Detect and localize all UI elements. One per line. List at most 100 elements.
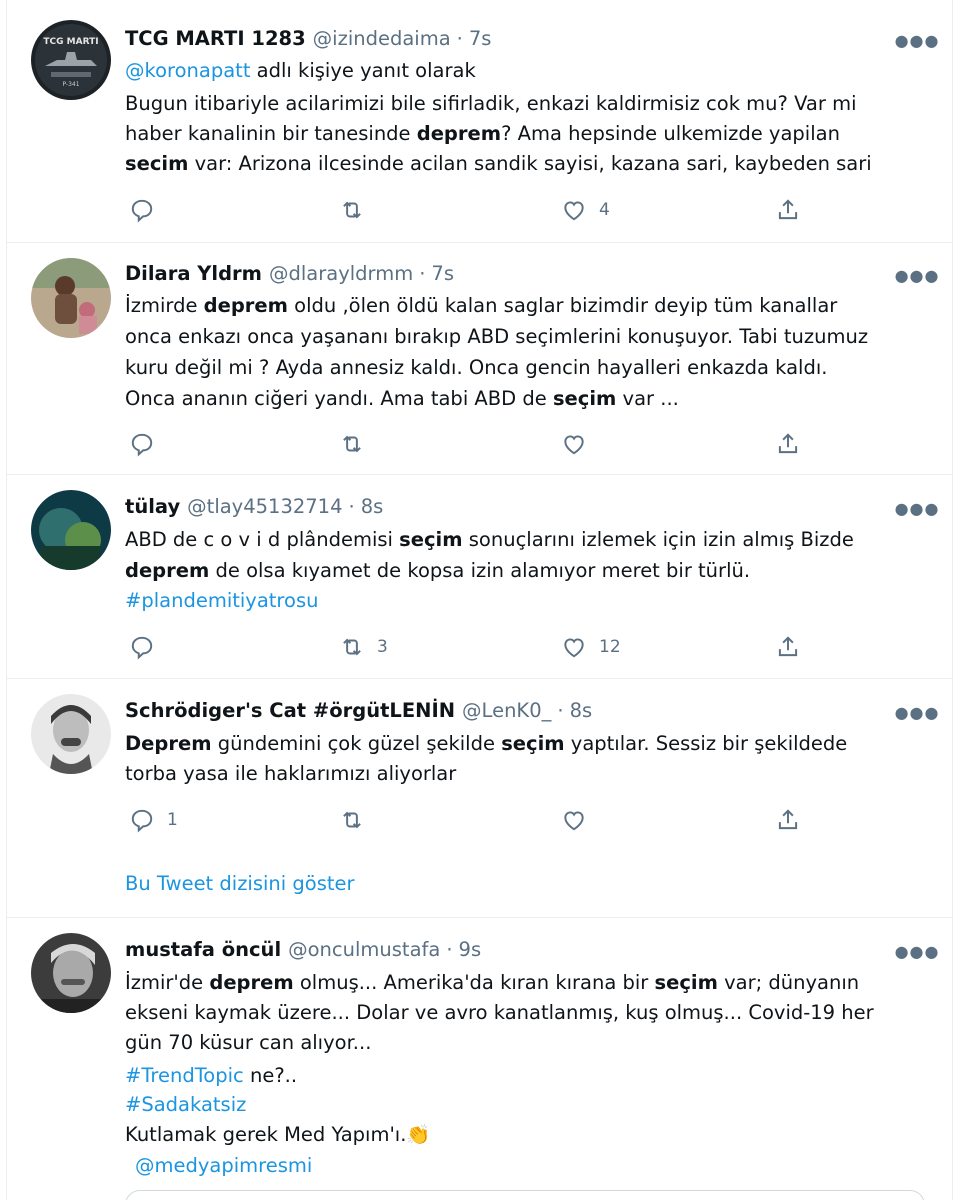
tweet-text-line: haber kanalinin bir tanesinde deprem? Am… (125, 122, 840, 145)
tweet-text-line: Bugun itibariyle acilarimizi bile sifirl… (125, 92, 857, 115)
separator-dot: · (557, 698, 564, 722)
like-icon (564, 201, 584, 221)
separator-dot: · (348, 494, 355, 518)
reply-count: 1 (167, 810, 178, 830)
like-icon (564, 435, 584, 455)
user-handle[interactable]: @onculmustafa (288, 938, 440, 961)
timestamp[interactable]: 7s (431, 262, 454, 285)
reply-context: @koronapatt adlı kişiye yanıt olarak (125, 56, 922, 86)
tweet-actions: 4 (125, 192, 825, 228)
separator-dot: · (456, 26, 463, 50)
retweet-icon (343, 811, 361, 829)
display-name[interactable]: tülay (125, 495, 180, 518)
tweet-text-line: Kutlamak gerek Med Yapım'ı.👏 (125, 1123, 431, 1146)
tweet[interactable]: mustafa öncül @onculmustafa · 9s ●●● İzm… (7, 918, 952, 1200)
avatar[interactable]: TCG MARTI P-341 (31, 20, 111, 100)
tweet-header: Dilara Yldrm @dlarayldrmm · 7s (125, 259, 922, 287)
retweet-button[interactable]: 3 (339, 629, 388, 665)
reply-icon (131, 433, 153, 457)
like-count: 4 (599, 200, 610, 220)
retweet-icon (343, 201, 361, 219)
tweet-text-line: Onca ananın ciğeri yandı. Ama tabi ABD d… (125, 387, 679, 410)
tweet-text-line: İzmirde deprem oldu ,ölen öldü kalan sag… (125, 294, 838, 317)
mention-link[interactable]: @medyapimresmi (135, 1151, 922, 1181)
user-handle[interactable]: @izindedaima (313, 27, 451, 50)
reply-button[interactable] (129, 629, 167, 665)
separator-dot: · (419, 261, 426, 285)
tweet-text-line: kuru değil mi ? Ayda annesiz kaldı. Onca… (125, 356, 828, 379)
reply-icon (131, 636, 153, 660)
tweet-header: TCG MARTI 1283 @izindedaima · 7s (125, 24, 922, 52)
tweet-text-line: ekseni kaymak üzere... Dolar ve avro kan… (125, 1001, 874, 1024)
tweet-text-line: torba yasa ile haklarımızı aliyorlar (125, 762, 457, 785)
share-button[interactable] (775, 802, 801, 838)
hashtag-link[interactable]: #TrendTopic (125, 1064, 244, 1087)
display-name[interactable]: Dilara Yldrm (125, 262, 262, 285)
tweet-header: tülay @tlay45132714 · 8s (125, 492, 922, 520)
reply-button[interactable] (129, 192, 167, 228)
timestamp[interactable]: 7s (469, 27, 492, 50)
tweet[interactable]: Schrödiger's Cat #örgütLENİN @LenK0_ · 8… (7, 679, 952, 918)
tweet-text-line: onca enkazı onca yaşananı bırakıp ABD se… (125, 325, 869, 348)
like-button[interactable] (561, 802, 599, 838)
reply-icon (131, 809, 153, 833)
user-handle[interactable]: @dlarayldrmm (269, 262, 413, 285)
separator-dot: · (446, 937, 453, 961)
tweet-text-line: #TrendTopic ne?.. (125, 1064, 298, 1087)
retweet-button[interactable] (339, 192, 377, 228)
timestamp[interactable]: 9s (459, 938, 482, 961)
tweet-header: Schrödiger's Cat #örgütLENİN @LenK0_ · 8… (125, 696, 922, 724)
user-handle[interactable]: @tlay45132714 (187, 495, 342, 518)
clapping-hands-icon: 👏 (406, 1123, 431, 1146)
like-button[interactable]: 12 (561, 629, 621, 665)
share-button[interactable] (775, 426, 801, 462)
tweet-text-line: secim var: Arizona ilcesinde acilan sand… (125, 152, 872, 175)
more-icon[interactable]: ●●● (895, 941, 939, 961)
more-icon[interactable]: ●●● (895, 498, 939, 518)
retweet-icon (343, 638, 361, 656)
reply-button[interactable] (129, 426, 167, 462)
tweet[interactable]: TCG MARTI P-341 TCG MARTI 1283 @izindeda… (7, 0, 952, 243)
quoted-tweet-card[interactable] (125, 1190, 925, 1200)
share-icon (778, 199, 798, 220)
retweet-button[interactable] (339, 426, 377, 462)
tweet-actions: 3 12 (125, 629, 825, 665)
share-icon (778, 809, 798, 830)
display-name[interactable]: Schrödiger's Cat #örgütLENİN (125, 699, 455, 722)
tweet-text-line: Deprem gündemini çok güzel şekilde seçim… (125, 732, 848, 755)
user-handle[interactable]: @LenK0_ (462, 699, 551, 722)
tweet-actions: 1 (125, 802, 825, 838)
show-thread-link[interactable]: Bu Tweet dizisini göster (125, 869, 922, 899)
tweet[interactable]: Dilara Yldrm @dlarayldrmm · 7s ●●● İzmir… (7, 243, 952, 475)
reply-button[interactable]: 1 (129, 802, 178, 838)
like-count: 12 (599, 637, 621, 657)
more-icon[interactable]: ●●● (895, 702, 939, 722)
retweet-button[interactable] (339, 802, 377, 838)
tweet-text-line: İzmir'de deprem olmuş... Amerika'da kıra… (125, 971, 860, 994)
like-button[interactable] (561, 426, 599, 462)
share-icon (778, 636, 798, 657)
more-icon[interactable]: ●●● (895, 30, 939, 50)
avatar[interactable] (31, 258, 111, 338)
avatar[interactable] (31, 694, 111, 774)
share-button[interactable] (775, 192, 801, 228)
timestamp[interactable]: 8s (361, 495, 384, 518)
display-name[interactable]: TCG MARTI 1283 (125, 27, 306, 50)
avatar[interactable] (31, 490, 111, 570)
more-icon[interactable]: ●●● (895, 265, 939, 285)
hashtag-link[interactable]: #plandemitiyatrosu (125, 586, 922, 616)
tweet-text-line: ABD de c o v i d plândemisi seçim sonuçl… (125, 528, 854, 551)
share-button[interactable] (775, 629, 801, 665)
share-icon (778, 433, 798, 454)
avatar[interactable] (31, 933, 111, 1013)
tweet-actions (125, 426, 825, 462)
tweet-text-line: gün 70 küsur can alıyor... (125, 1031, 372, 1054)
reply-context-text: adlı kişiye yanıt olarak (250, 59, 476, 82)
like-button[interactable]: 4 (561, 192, 610, 228)
timeline: TCG MARTI P-341 TCG MARTI 1283 @izindeda… (6, 0, 953, 1200)
hashtag-link[interactable]: #Sadakatsiz (125, 1090, 922, 1120)
tweet[interactable]: tülay @tlay45132714 · 8s ●●● ABD de c o … (7, 475, 952, 679)
timestamp[interactable]: 8s (570, 699, 593, 722)
display-name[interactable]: mustafa öncül (125, 938, 281, 961)
reply-to-mention[interactable]: @koronapatt (125, 59, 250, 82)
